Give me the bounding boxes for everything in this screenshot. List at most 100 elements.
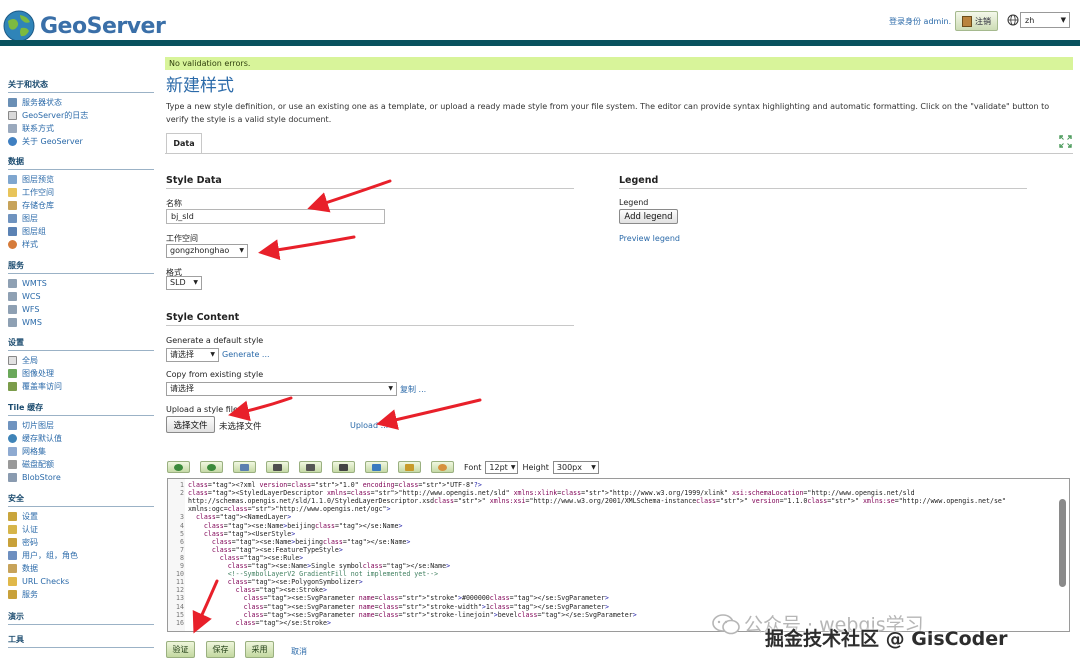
geoserver-logo[interactable]: GeoServer: [2, 8, 166, 44]
sidebar-item-authentication[interactable]: 认证: [8, 523, 154, 536]
add-legend-button[interactable]: Add legend: [619, 209, 678, 224]
sidebar-item-blobstores[interactable]: BlobStore: [8, 471, 154, 484]
sidebar-item-contact[interactable]: 联系方式: [8, 122, 154, 135]
door-icon: [962, 15, 972, 27]
format-select[interactable]: SLD ▼: [166, 276, 202, 290]
format-value: SLD: [170, 278, 186, 287]
sidebar-item-wms[interactable]: WMS: [8, 316, 154, 329]
sidebar-item-users-groups-roles[interactable]: 用户，组，角色: [8, 549, 154, 562]
undo-button[interactable]: [167, 461, 190, 473]
sidebar-item-image-processing[interactable]: 图像处理: [8, 367, 154, 380]
font-size-select[interactable]: 12pt ▼: [485, 460, 519, 474]
color-icon: [339, 463, 348, 471]
redo-button[interactable]: [200, 461, 223, 473]
format-button[interactable]: [266, 461, 289, 473]
copy-select-value: 请选择: [170, 384, 194, 393]
blobstore-icon: [8, 473, 17, 482]
users-icon: [8, 551, 17, 560]
sidebar-item-workspaces[interactable]: 工作空间: [8, 186, 154, 199]
editor-scrollbar[interactable]: [1058, 481, 1067, 629]
sidebar-item-server-status[interactable]: 服务器状态: [8, 96, 154, 109]
goto-line-button[interactable]: [233, 461, 256, 473]
paint-button[interactable]: [365, 461, 388, 473]
logout-button[interactable]: 注销: [955, 11, 998, 31]
info-icon: [8, 137, 17, 146]
image-button[interactable]: [299, 461, 322, 473]
tile-layer-icon: [8, 421, 17, 430]
sidebar-item-wcs[interactable]: WCS: [8, 290, 154, 303]
main-content: No validation errors. 新建样式 Type a new st…: [160, 46, 1080, 669]
copy-style-select[interactable]: 请选择 ▼: [166, 382, 397, 396]
font-label: Font: [464, 462, 482, 472]
fullscreen-icon[interactable]: [1059, 135, 1072, 148]
sidebar-item-service-security[interactable]: 服务: [8, 588, 154, 601]
editor-toolbar: Font 12pt ▼ Height 300px ▼: [167, 460, 603, 474]
globe-icon: [8, 434, 17, 443]
validate-button[interactable]: 验证: [166, 641, 195, 658]
sidebar-item-disk-quota[interactable]: 磁盘配额: [8, 458, 154, 471]
globe-logo-icon: [3, 10, 35, 42]
choose-file-button[interactable]: 选择文件: [166, 416, 215, 433]
nav-heading: 设置: [8, 337, 154, 351]
sidebar-item-global[interactable]: 全局: [8, 354, 154, 367]
nav-heading: Tile 缓存: [8, 402, 154, 416]
sidebar-item-coverage-access[interactable]: 覆盖率访问: [8, 380, 154, 393]
sidebar-item-layers[interactable]: 图层: [8, 212, 154, 225]
code-line[interactable]: 16 class="tag"></se:Stroke>: [168, 619, 331, 628]
preview-legend-link[interactable]: Preview legend: [619, 234, 680, 243]
color-button[interactable]: [332, 461, 355, 473]
section-divider: [166, 188, 574, 189]
upload-link[interactable]: Upload ...: [350, 421, 388, 430]
apply-button[interactable]: 采用: [245, 641, 274, 658]
cancel-link[interactable]: 取消: [291, 646, 307, 657]
save-button[interactable]: 保存: [206, 641, 235, 658]
nav-section-tools[interactable]: 工具: [8, 634, 154, 651]
sidebar-item-layer-groups[interactable]: 图层组: [8, 225, 154, 238]
sidebar-item-passwords[interactable]: 密码: [8, 536, 154, 549]
style-name-input[interactable]: bj_sld: [166, 209, 385, 224]
wechat-icon: [712, 613, 740, 634]
workspace-select[interactable]: gongzhonghao ▼: [166, 244, 248, 258]
service-icon: [8, 318, 17, 327]
logo-text: GeoServer: [40, 13, 166, 39]
copy-link[interactable]: 复制 ...: [400, 384, 426, 395]
nav-heading: 关于和状态: [8, 79, 154, 93]
chevron-down-icon: ▼: [510, 463, 516, 471]
layer-group-icon: [8, 227, 17, 236]
generate-link[interactable]: Generate ...: [222, 350, 270, 359]
shield-icon: [8, 525, 17, 534]
server-icon: [8, 98, 17, 107]
sidebar-item-wmts[interactable]: WMTS: [8, 277, 154, 290]
key-icon: [8, 512, 17, 521]
sidebar-item-gridsets[interactable]: 网格集: [8, 445, 154, 458]
sidebar-item-url-checks[interactable]: URL Checks: [8, 575, 154, 588]
picture-button[interactable]: [398, 461, 421, 473]
grid-icon: [8, 447, 17, 456]
sidebar-item-tile-layers[interactable]: 切片图层: [8, 419, 154, 432]
legend-heading: Legend: [619, 175, 659, 186]
paint-icon: [372, 463, 381, 471]
sidebar-item-stores[interactable]: 存储仓库: [8, 199, 154, 212]
generate-style-select[interactable]: 请选择 ▼: [166, 348, 219, 362]
sidebar-item-wfs[interactable]: WFS: [8, 303, 154, 316]
language-select[interactable]: zh ▼: [1020, 12, 1070, 28]
tab-data[interactable]: Data: [166, 133, 202, 154]
sidebar-item-logs[interactable]: GeoServer的日志: [8, 109, 154, 122]
sidebar-item-about[interactable]: 关于 GeoServer: [8, 135, 154, 148]
nav-heading: 安全: [8, 493, 154, 507]
scrollbar-thumb[interactable]: [1059, 499, 1066, 587]
code-editor[interactable]: 1 class="tag"><?xml version=class="str">"…: [167, 478, 1070, 632]
header: GeoServer 登录身份 admin. 注销 zh ▼: [0, 0, 1080, 44]
sidebar: 关于和状态 服务器状态 GeoServer的日志 联系方式 关于 GeoServ…: [0, 46, 160, 669]
redo-icon: [207, 463, 216, 471]
height-select[interactable]: 300px ▼: [552, 460, 599, 474]
palette-button[interactable]: [431, 461, 454, 473]
nav-section-tile-cache: Tile 缓存 切片图层 缓存默认值 网格集 磁盘配额 BlobStore: [8, 402, 154, 484]
sidebar-item-caching-defaults[interactable]: 缓存默认值: [8, 432, 154, 445]
sidebar-item-security-settings[interactable]: 设置: [8, 510, 154, 523]
nav-section-demos[interactable]: 演示: [8, 611, 154, 628]
sidebar-item-data-security[interactable]: 数据: [8, 562, 154, 575]
sidebar-item-layer-preview[interactable]: 图层预览: [8, 173, 154, 186]
sidebar-item-styles[interactable]: 样式: [8, 238, 154, 251]
contact-icon: [8, 124, 17, 133]
